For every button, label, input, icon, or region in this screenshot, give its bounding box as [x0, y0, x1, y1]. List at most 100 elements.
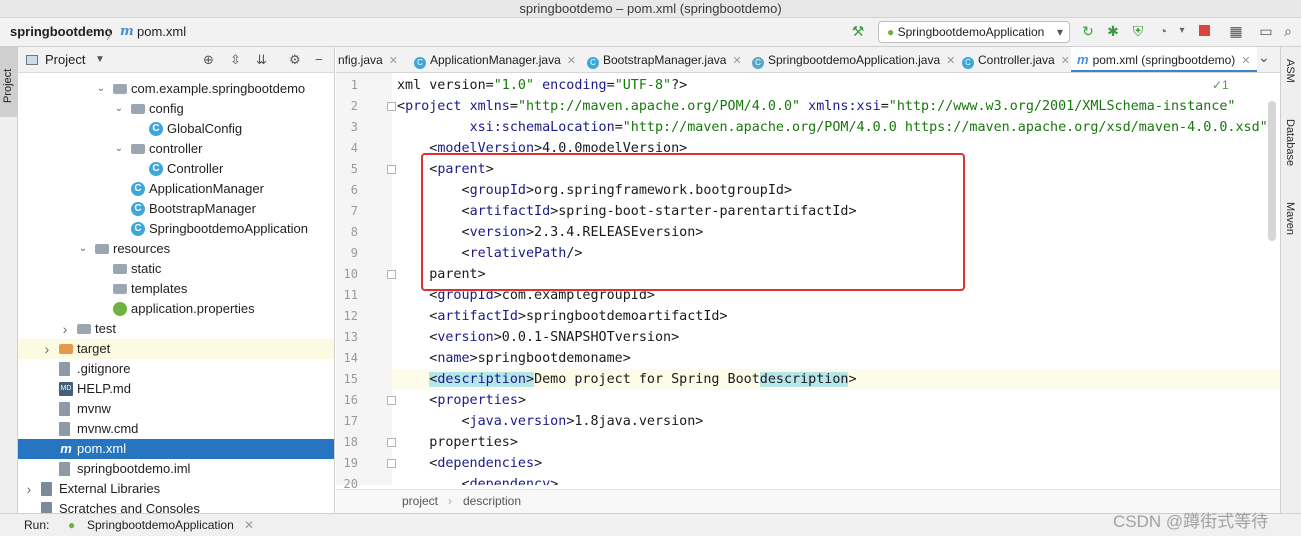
tree-item[interactable]: › External Libraries	[18, 479, 334, 499]
editor-tab[interactable]: C BootstrapManager.java ✕	[581, 47, 748, 72]
breadcrumb-description[interactable]: description	[463, 490, 521, 512]
chevron-down-icon[interactable]: ▼	[95, 47, 105, 73]
project-panel-title[interactable]: Project	[45, 47, 85, 73]
tree-item[interactable]: springbootdemo.iml	[18, 459, 334, 479]
editor-tab-label: ApplicationManager.java	[430, 53, 561, 67]
close-icon[interactable]: ✕	[1061, 55, 1070, 67]
line-number: 12	[343, 309, 358, 323]
close-icon[interactable]: ✕	[946, 55, 955, 67]
profile-icon[interactable]: ◔	[1155, 23, 1171, 39]
search-icon[interactable]: ⌕	[1280, 23, 1296, 39]
tree-item[interactable]: C Controller	[18, 159, 334, 179]
line-number: 11	[343, 288, 358, 302]
maven-tool-tab[interactable]: Maven	[1284, 202, 1296, 235]
close-icon[interactable]: ✕	[244, 514, 254, 536]
coverage-icon[interactable]: ⛨	[1130, 23, 1146, 39]
line-number: 7	[350, 204, 358, 218]
stop-icon[interactable]	[1196, 23, 1212, 39]
chevron-down-icon[interactable]: ⌄	[113, 139, 125, 159]
tree-item[interactable]: C BootstrapManager	[18, 199, 334, 219]
tree-item[interactable]: templates	[18, 279, 334, 299]
tree-item[interactable]: ⌄ resources	[18, 239, 334, 259]
folder-icon	[113, 84, 127, 94]
tree-item[interactable]: C SpringbootdemoApplication	[18, 219, 334, 239]
chevron-down-icon[interactable]: ⌄	[113, 99, 125, 119]
editor-tab-label: pom.xml (springbootdemo)	[1092, 53, 1236, 67]
chevron-down-icon[interactable]: ▾	[1174, 23, 1190, 39]
editor-tab[interactable]: C ApplicationManager.java ✕	[408, 47, 582, 72]
tree-item[interactable]: ⌄ controller	[18, 139, 334, 159]
project-tool-tab[interactable]: Project	[0, 47, 17, 117]
project-folder-icon	[26, 55, 38, 65]
tree-item-label: mvnw.cmd	[77, 421, 139, 436]
maven-icon: m	[1077, 52, 1089, 67]
run-config-label: SpringbootdemoApplication	[897, 25, 1045, 39]
line-number: 15	[343, 372, 358, 386]
chevron-right-icon[interactable]: ›	[23, 479, 35, 499]
vertical-scrollbar[interactable]	[1268, 101, 1276, 241]
chevron-right-icon[interactable]: ›	[41, 339, 53, 359]
tree-item[interactable]: C GlobalConfig	[18, 119, 334, 139]
gear-icon[interactable]: ⚙	[289, 47, 301, 73]
tabs-menu-icon[interactable]: ⌄	[1258, 49, 1270, 66]
chevron-down-icon[interactable]: ⌄	[95, 79, 107, 99]
build-hammer-icon[interactable]: ⚒	[850, 23, 866, 39]
collapse-all-icon[interactable]: ⇊	[256, 47, 267, 73]
folder-icon	[113, 284, 127, 294]
class-icon: C	[414, 57, 426, 69]
tree-item[interactable]: mvnw	[18, 399, 334, 419]
tree-item[interactable]: › test	[18, 319, 334, 339]
spring-icon: ●	[68, 518, 76, 532]
tree-item[interactable]: MD HELP.md	[18, 379, 334, 399]
left-tool-strip: Project	[0, 47, 18, 513]
tree-item-label: target	[77, 341, 111, 356]
project-structure-icon[interactable]: ▦	[1228, 23, 1244, 39]
close-icon[interactable]: ✕	[1241, 55, 1250, 67]
close-icon[interactable]: ✕	[732, 55, 741, 67]
tree-item[interactable]: application.properties	[18, 299, 334, 319]
nav-project[interactable]: springbootdemo	[10, 24, 113, 39]
tree-item[interactable]: ⌄ com.example.springbootdemo	[18, 79, 334, 99]
tree-item[interactable]: m pom.xml	[18, 439, 334, 459]
tree-item[interactable]: mvnw.cmd	[18, 419, 334, 439]
editor-tab[interactable]: C Controller.java ✕	[956, 47, 1076, 72]
tree-item[interactable]: Scratches and Consoles	[18, 499, 334, 513]
hide-icon[interactable]: −	[315, 47, 323, 73]
inspection-status[interactable]: ✓1	[1212, 78, 1229, 92]
tree-item-label: mvnw	[77, 401, 111, 416]
code-line: <artifactId>springbootdemoartifactId>	[397, 309, 728, 324]
tree-item[interactable]: › target	[18, 339, 334, 359]
expand-all-icon[interactable]: ⇳	[230, 47, 241, 73]
breadcrumb-separator: ›	[448, 494, 452, 508]
chevron-down-icon[interactable]: ⌄	[77, 239, 89, 259]
chevron-right-icon[interactable]: ›	[59, 319, 71, 339]
run-config-select[interactable]: ● SpringbootdemoApplication ▾	[878, 21, 1070, 43]
editor-tab[interactable]: nfig.java ✕	[336, 47, 404, 72]
rerun-icon[interactable]: ↻	[1080, 23, 1096, 39]
class-icon: C	[131, 182, 145, 196]
parent-highlight-box	[421, 153, 965, 291]
tree-item[interactable]: .gitignore	[18, 359, 334, 379]
debug-icon[interactable]: ✱	[1105, 23, 1121, 39]
asm-tool-tab[interactable]: ASM	[1284, 59, 1296, 83]
close-icon[interactable]: ✕	[389, 55, 398, 67]
editor-tab[interactable]: C SpringbootdemoApplication.java ✕	[746, 47, 961, 72]
breadcrumb-project[interactable]: project	[402, 490, 438, 512]
editor-tab[interactable]: m pom.xml (springbootdemo) ✕	[1071, 47, 1257, 72]
tree-item-label: templates	[131, 281, 188, 296]
run-config-tab[interactable]: SpringbootdemoApplication	[87, 514, 234, 536]
tree-item[interactable]: ⌄ config	[18, 99, 334, 119]
tree-item-label: .gitignore	[77, 361, 131, 376]
markdown-icon: MD	[59, 382, 73, 396]
locate-icon[interactable]: ⊕	[203, 47, 214, 73]
database-tool-tab[interactable]: Database	[1284, 119, 1296, 166]
close-icon[interactable]: ✕	[567, 55, 576, 67]
tree-item[interactable]: C ApplicationManager	[18, 179, 334, 199]
project-tool-label: Project	[2, 68, 14, 103]
class-icon: C	[962, 57, 974, 69]
code-line: <name>springbootdemoname>	[397, 351, 631, 366]
editor-tab-label: nfig.java	[338, 53, 383, 67]
terminal-icon[interactable]: ▭	[1258, 23, 1274, 39]
nav-file[interactable]: pom.xml	[137, 24, 186, 39]
tree-item[interactable]: static	[18, 259, 334, 279]
